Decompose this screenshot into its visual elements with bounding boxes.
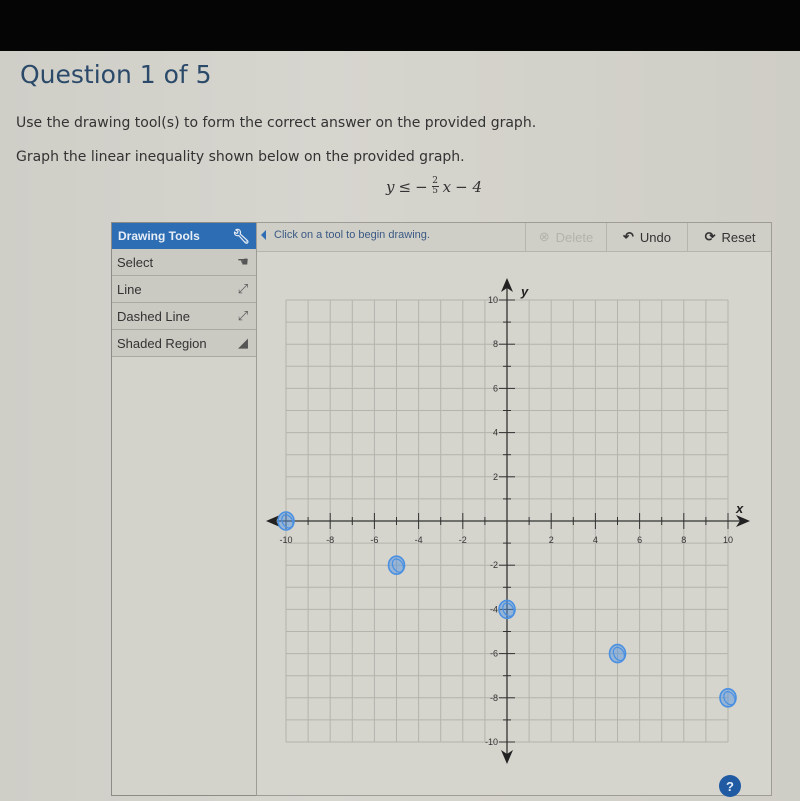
drawing-tools-title: Drawing Tools (118, 229, 200, 243)
tool-label: Dashed Line (117, 308, 190, 324)
inequality-sign: − (415, 177, 428, 196)
instruction-text: Use the drawing tool(s) to form the corr… (16, 115, 537, 131)
dashed-arrow-icon: ⤢ (237, 308, 249, 323)
reset-button[interactable]: ⟳ Reset (687, 223, 772, 251)
hint-text: Click on a tool to begin drawing. (274, 229, 430, 241)
collapse-panel-icon[interactable] (261, 230, 266, 240)
undo-label: Undo (639, 229, 671, 245)
reset-label: Reset (721, 229, 756, 245)
wrench-icon: 🔧︎ (232, 227, 250, 244)
double-arrow-icon: ⤢ (237, 281, 249, 296)
inequality-operator: ≤ (398, 177, 412, 196)
inequality-expression: y ≤ − 2 5 x − 4 (386, 177, 482, 196)
drawing-tools-panel: Drawing Tools 🔧︎ Select ☚ Line ⤢ Dashed … (111, 222, 257, 796)
graph-toolbar: Click on a tool to begin drawing. ⊗ Dele… (257, 223, 771, 252)
toolbar-hint: Click on a tool to begin drawing. (261, 229, 430, 241)
undo-icon: ↶ (623, 229, 634, 244)
inequality-lhs: y (386, 177, 395, 196)
tool-label: Line (117, 281, 142, 297)
tool-shaded-region[interactable]: Shaded Region ◢ (112, 330, 256, 357)
tool-dashed-line[interactable]: Dashed Line ⤢ (112, 303, 256, 330)
tool-label: Select (117, 254, 154, 270)
delete-button[interactable]: ⊗ Delete (525, 223, 606, 251)
tool-line[interactable]: Line ⤢ (112, 276, 256, 303)
fraction-denominator: 5 (432, 186, 438, 196)
undo-button[interactable]: ↶ Undo (606, 223, 687, 251)
pointer-icon: ☚ (237, 254, 249, 269)
fraction-numerator: 2 (432, 176, 438, 186)
question-title: Question 1 of 5 (20, 60, 212, 89)
reset-icon: ⟳ (704, 229, 716, 244)
delete-icon: ⊗ (538, 229, 550, 244)
graph-panel: Click on a tool to begin drawing. ⊗ Dele… (256, 222, 772, 796)
shaded-triangle-icon: ◢ (238, 335, 248, 350)
inequality-rest: − 4 (455, 177, 482, 196)
inequality-fraction: 2 5 (431, 176, 439, 196)
prompt-text: Graph the linear inequality shown below … (16, 149, 465, 165)
top-black-bar (0, 0, 800, 51)
help-button[interactable]: ? (719, 775, 741, 797)
tool-select[interactable]: Select ☚ (112, 249, 256, 276)
drawing-tools-header[interactable]: Drawing Tools 🔧︎ (112, 223, 256, 249)
inequality-variable: x (442, 177, 452, 196)
delete-label: Delete (555, 229, 594, 245)
tool-label: Shaded Region (117, 335, 207, 351)
